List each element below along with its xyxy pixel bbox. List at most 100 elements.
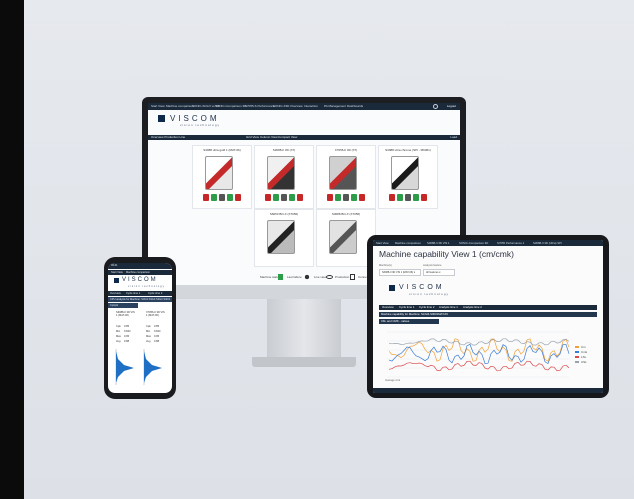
logo-square-icon: [158, 115, 165, 122]
machine-image: [329, 156, 357, 190]
printer-icon[interactable]: [351, 194, 357, 201]
table-cell: 0.843: [154, 330, 161, 333]
nav-cycle-time-1[interactable]: Cycle time 1: [399, 305, 414, 309]
tab-sonic-comparison[interactable]: SONIC-Comparison 3D: [215, 104, 246, 108]
table-cell: 0.843: [124, 330, 131, 333]
printer-icon[interactable]: [227, 194, 233, 201]
legend-swatch: [575, 356, 579, 358]
nav-overview[interactable]: Overview: [382, 305, 394, 309]
tablet-nav-bar: Overview Cycle time 1 Cycle time 2 Analy…: [379, 305, 597, 310]
tab-start-view[interactable]: Start View: [376, 241, 389, 245]
tab-interaction[interactable]: Interaction: [304, 104, 318, 108]
machine-card[interactable]: S3088 ultra chrome (SPI - M6061): [378, 145, 438, 209]
user-icon[interactable]: [433, 104, 438, 109]
cm-cmk-chart: CmCmkLSLUSL: [387, 331, 588, 378]
distribution-shape-b: [144, 351, 162, 383]
radiation-icon[interactable]: [273, 194, 279, 201]
machine-card[interactable]: S6053 BO-X (X7056): [254, 209, 314, 267]
phone-clock: 09:41: [111, 264, 118, 267]
tab-machine-comparison[interactable]: Machine comparison: [166, 104, 194, 108]
section-title: Cp/cpk: [110, 304, 119, 307]
machine-name: S3088 BO-X (X7056): [331, 212, 361, 216]
printer-icon[interactable]: [289, 194, 295, 201]
radiation-icon: [302, 274, 312, 280]
tab-machine-comparison[interactable]: Machine comparison: [395, 241, 421, 245]
machine-filter-label: Machine(s): [379, 264, 392, 267]
status-icons: [389, 194, 433, 202]
distribution-shape-a: [116, 351, 134, 383]
radiation-icon[interactable]: [211, 194, 217, 201]
tab-dashboards[interactable]: Dashboards: [347, 104, 363, 108]
machine-status-icon[interactable]: [265, 194, 271, 201]
legend-live-view: Live view: [314, 275, 327, 279]
phone-distribution-charts: [115, 349, 162, 385]
phone-top-menu: Start View Machine comparison: [108, 270, 172, 275]
machine-status-icon[interactable]: [203, 194, 209, 201]
nav-column-view[interactable]: Column View: [260, 135, 278, 139]
tab-machine-comparison[interactable]: Machine comparison: [126, 271, 150, 274]
logo-square-icon: [114, 278, 119, 283]
tab-start-view[interactable]: Start View: [151, 104, 165, 108]
table-cell: 0.95: [124, 335, 130, 338]
column-b-header: X7056-II 3D VIS 1 (MAT-06): [146, 311, 165, 317]
machine-status-icon[interactable]: [389, 194, 395, 201]
radiation-icon[interactable]: [397, 194, 403, 201]
tab-start-view[interactable]: Start View: [111, 271, 123, 274]
nav-load[interactable]: Load: [450, 135, 457, 139]
connection-icon[interactable]: [421, 194, 427, 201]
nav-compact-view[interactable]: Compact View: [278, 135, 297, 139]
machine-card[interactable]: S3088 ultra gold 1 (MAT-06): [192, 145, 252, 209]
nav-cycle-time-2[interactable]: Cycle time 2: [419, 305, 434, 309]
connection-icon[interactable]: [235, 194, 241, 201]
tablet-top-menu: Start View Machine comparison S3088-II 3…: [373, 240, 603, 246]
nav-analysis-time-1[interactable]: Analysis time 1: [439, 305, 458, 309]
tab-performance[interactable]: S7055 Performance 1: [497, 241, 524, 245]
radiation-icon[interactable]: [335, 194, 341, 201]
eye-icon[interactable]: [219, 194, 225, 201]
tab-sonic-comparison[interactable]: SONIC-Comparison 3D: [459, 241, 488, 245]
tab-performance[interactable]: S7055-S Performance: [245, 104, 275, 108]
machine-card[interactable]: X7056-II 3D (X7): [316, 145, 376, 209]
nav-overview[interactable]: Overview: [110, 292, 121, 295]
machine-capability-band: Machine capability for Machine: S3-M4-S0…: [379, 312, 597, 317]
connection-icon[interactable]: [297, 194, 303, 201]
cpu-analysis-band: CPU analysis for Machine: S3G3 S3G3 S3G3…: [108, 297, 172, 302]
tab-s3088-vis[interactable]: S3088-II 3D VIS 1: [427, 241, 450, 245]
table-cell: Min: [116, 330, 121, 333]
printer-icon[interactable]: [413, 194, 419, 201]
nav-cycle-time-2[interactable]: Cycle time 2: [148, 292, 162, 295]
table-cell: Avg: [146, 340, 151, 343]
eye-icon[interactable]: [281, 194, 287, 201]
monitor-top-menu: Start View Machine comparison SONIC-SOLO…: [148, 103, 460, 110]
tab-ultra-spi[interactable]: S3088-II 3D (Ultra) SPI: [533, 241, 562, 245]
logo-square-icon: [389, 285, 395, 291]
legend-production: Production: [335, 275, 350, 279]
logout-button[interactable]: Logout: [447, 104, 456, 108]
eye-icon[interactable]: [405, 194, 411, 201]
machine-image: [391, 156, 419, 190]
analysis-select[interactable]: All features ▾: [423, 269, 455, 276]
nav-analysis-time-2[interactable]: Analysis time 2: [463, 305, 482, 309]
phone-status-bar: 09:41: [108, 263, 172, 269]
machine-select[interactable]: S3088-II 3D VIS 1 (MAT-06) ▾: [379, 269, 421, 276]
connection-icon[interactable]: [359, 194, 365, 201]
machine-image: [267, 156, 295, 190]
machine-status-icon[interactable]: [327, 194, 333, 201]
tab-pa-management[interactable]: PA Management: [324, 104, 346, 108]
legend-label: USL: [581, 360, 587, 364]
status-icons: [327, 194, 371, 202]
series-cmk-line: [388, 343, 570, 365]
table-cell: 0.88: [154, 340, 160, 343]
nav-cycle-time-1[interactable]: Cycle time 1: [126, 292, 140, 295]
tab-x3d-overview[interactable]: SONIC-X3D Overview: [273, 104, 303, 108]
logo-subtitle: vision technology: [409, 292, 450, 296]
nav-overview-production-line[interactable]: Overview Production Line: [151, 135, 185, 139]
legend-label: LSL: [581, 355, 587, 359]
machine-image: [329, 220, 357, 254]
eye-icon[interactable]: [343, 194, 349, 201]
tablet-screen: Start View Machine comparison S3088-II 3…: [373, 240, 603, 393]
page-title: Machine capability View 1 (cm/cmk): [379, 249, 514, 259]
nav-grid-view[interactable]: Grid View: [246, 135, 259, 139]
band-text: Machine capability for Machine: S3-M4-S0…: [381, 312, 448, 316]
machine-card[interactable]: S3088-II 3D (X7): [254, 145, 314, 209]
